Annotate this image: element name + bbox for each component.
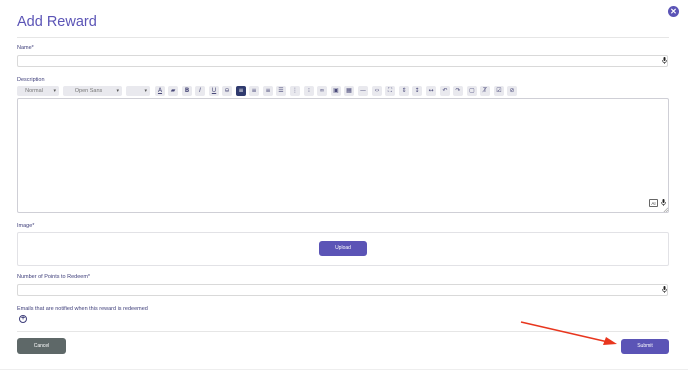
font-size-select[interactable]: ▾ [126,86,150,96]
description-editor[interactable] [17,98,669,213]
bold-icon[interactable]: B [182,86,192,96]
footer-divider [17,331,669,332]
checklist-icon[interactable]: ☑ [494,86,504,96]
align-left-icon[interactable]: ≡ [236,86,246,96]
format-select[interactable]: Normal ▾ [17,86,59,96]
unordered-list-icon[interactable]: ⁝ [304,86,314,96]
align-justify-icon[interactable]: ☰ [276,86,286,96]
points-input[interactable] [17,284,668,296]
title-divider [17,37,669,38]
code-icon[interactable]: ‹› [372,86,382,96]
dialog-title: Add Reward [17,14,97,30]
name-label: Name* [17,45,34,51]
page-bottom-edge [0,369,688,370]
microphone-icon[interactable] [662,57,667,64]
microphone-icon[interactable] [661,199,666,206]
strikethrough-icon[interactable]: ⊖ [222,86,232,96]
microphone-icon[interactable] [662,286,667,293]
ordered-list-icon[interactable]: ⋮ [290,86,300,96]
ai-assist-icon[interactable]: AI [649,199,658,207]
fullscreen-icon[interactable]: ⛶ [385,86,395,96]
cancel-button[interactable]: Cancel [17,338,66,354]
emails-label: Emails that are notified when this rewar… [17,306,148,312]
close-icon[interactable]: ✕ [668,6,679,17]
image-icon[interactable]: ▣ [331,86,341,96]
upload-button[interactable]: Upload [319,241,367,256]
clear-format-icon[interactable]: T̸ [480,86,490,96]
description-label: Description [17,77,45,83]
table-icon[interactable]: ▦ [344,86,354,96]
name-input[interactable] [17,55,668,67]
italic-icon[interactable]: I [195,86,205,96]
points-label: Number of Points to Redeem* [17,274,91,280]
highlight-icon[interactable]: ▰ [168,86,178,96]
disable-icon[interactable]: ⊘ [507,86,517,96]
line-height-icon[interactable]: ↕ [412,86,422,96]
align-center-icon[interactable]: ≡ [249,86,259,96]
sort-icon[interactable]: ⇕ [399,86,409,96]
text-width-icon[interactable]: ↔ [426,86,436,96]
redo-icon[interactable]: ↷ [453,86,463,96]
add-email-icon[interactable]: + [19,315,27,323]
align-right-icon[interactable]: ≡ [263,86,273,96]
select-all-icon[interactable]: ▢ [467,86,477,96]
horizontal-rule-icon[interactable]: — [358,86,368,96]
resize-handle-icon[interactable] [663,207,668,212]
image-label: Image* [17,223,35,229]
font-family-select[interactable]: Open Sans ▾ [63,86,122,96]
submit-button[interactable]: Submit [621,339,669,354]
editor-toolbar: Normal ▾ Open Sans ▾ ▾ A ▰ B I U ⊖ ≡ ≡ ≡ ☰… [17,85,669,97]
undo-icon[interactable]: ↶ [440,86,450,96]
font-color-icon[interactable]: A [155,86,165,96]
link-icon[interactable]: ∞ [317,86,327,96]
underline-icon[interactable]: U [209,86,219,96]
